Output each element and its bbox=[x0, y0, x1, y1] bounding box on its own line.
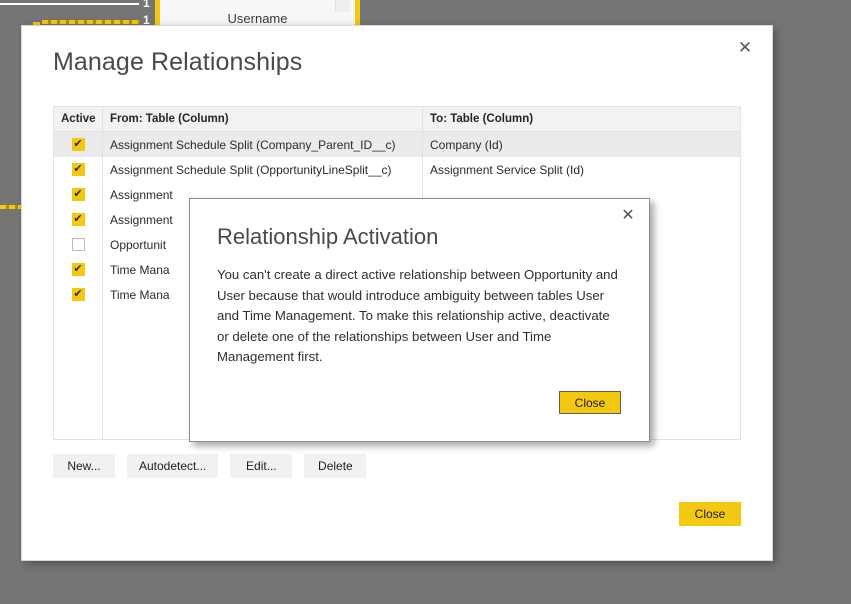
cell-to-table-column: Assignment Service Split (Id) bbox=[422, 157, 740, 182]
close-icon[interactable]: ✕ bbox=[615, 204, 641, 228]
page-title: Manage Relationships bbox=[53, 48, 303, 76]
dialog-title: Relationship Activation bbox=[217, 224, 439, 249]
new-button[interactable]: New... bbox=[53, 454, 115, 478]
active-checkbox[interactable]: ✔ bbox=[71, 163, 85, 176]
relationship-line-solid bbox=[0, 3, 139, 5]
relationship-line-dashed-top bbox=[42, 20, 140, 24]
table-action-buttons: New... Autodetect... Edit... Delete bbox=[53, 454, 367, 478]
column-header-active: Active bbox=[61, 113, 96, 125]
cell-from-table-column: Assignment Schedule Split (Company_Paren… bbox=[102, 132, 422, 157]
edit-button[interactable]: Edit... bbox=[230, 454, 293, 478]
table-header-row: Active From: Table (Column) To: Table (C… bbox=[54, 107, 740, 132]
column-header-from: From: Table (Column) bbox=[102, 107, 422, 131]
cell-active bbox=[54, 232, 102, 257]
app-root: 1 1 Username ✕ Manage Relationships Acti… bbox=[0, 0, 851, 604]
cell-active: ✔ bbox=[54, 157, 102, 182]
active-checkbox[interactable]: ✔ bbox=[71, 138, 85, 151]
delete-button[interactable]: Delete bbox=[304, 454, 367, 478]
table-row[interactable]: ✔ Assignment Schedule Split (Company_Pare… bbox=[54, 132, 740, 157]
cardinality-label-2: 1 bbox=[143, 13, 150, 27]
cell-active: ✔ bbox=[54, 257, 102, 282]
column-header-to: To: Table (Column) bbox=[422, 107, 740, 131]
manage-relationships-dialog: ✕ Manage Relationships Active From: Tabl… bbox=[22, 26, 772, 560]
cell-active: ✔ bbox=[54, 132, 102, 157]
cell-active: ✔ bbox=[54, 182, 102, 207]
table-row[interactable]: ✔ Assignment Schedule Split (OpportunityL… bbox=[54, 157, 740, 182]
card-title: Username bbox=[227, 11, 288, 26]
cell-from-table-column: Assignment Schedule Split (OpportunityLi… bbox=[102, 157, 422, 182]
dialog-close-button[interactable]: Close bbox=[559, 391, 621, 414]
active-checkbox[interactable]: ✔ bbox=[71, 288, 85, 301]
cell-to-table-column: Company (Id) bbox=[422, 132, 740, 157]
active-checkbox[interactable] bbox=[71, 238, 85, 251]
active-checkbox[interactable]: ✔ bbox=[71, 263, 85, 276]
active-checkbox[interactable]: ✔ bbox=[71, 213, 85, 226]
close-icon[interactable]: ✕ bbox=[728, 32, 762, 62]
active-checkbox[interactable]: ✔ bbox=[71, 188, 85, 201]
cell-active: ✔ bbox=[54, 207, 102, 232]
cardinality-label-1: 1 bbox=[143, 0, 150, 10]
dialog-message: You can't create a direct active relatio… bbox=[217, 267, 618, 364]
cell-active: ✔ bbox=[54, 282, 102, 307]
close-button[interactable]: Close bbox=[679, 502, 741, 526]
autodetect-button[interactable]: Autodetect... bbox=[127, 454, 219, 478]
relationship-activation-dialog: ✕ Relationship Activation You can't crea… bbox=[189, 198, 650, 442]
